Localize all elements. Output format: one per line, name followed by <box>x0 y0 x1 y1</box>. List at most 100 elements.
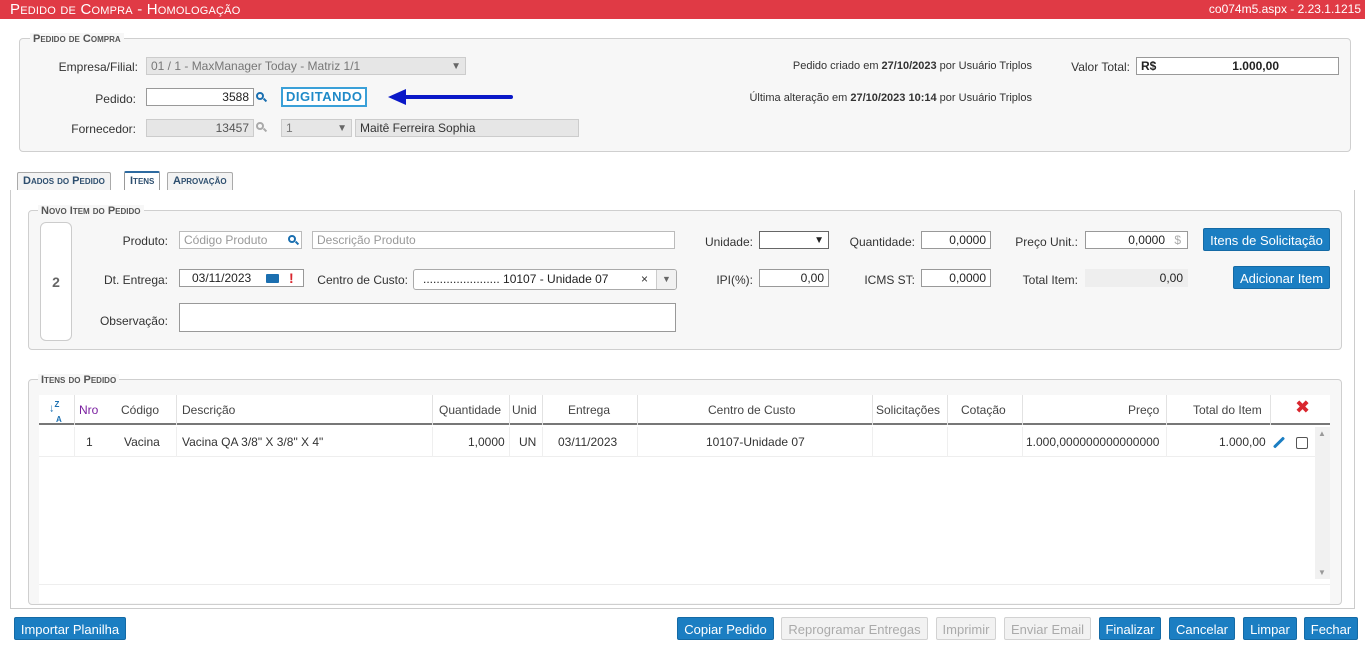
centro-custo-label: Centro de Custo: <box>317 273 408 287</box>
preco-unit-input[interactable]: 0,0000 $ <box>1085 231 1188 249</box>
itens-grid: ↓Z A Nro Código Descrição Quantidade Unid… <box>39 395 1330 603</box>
altered-info: Última alteração em 27/10/2023 10:14 por… <box>749 92 1032 104</box>
pedido-value: 3588 <box>222 90 249 104</box>
col-nro[interactable]: Nro <box>79 395 98 425</box>
novo-item-legend: Novo Item do Pedido <box>38 205 144 217</box>
created-date: 27/10/2023 <box>881 60 937 72</box>
search-icon <box>256 122 268 133</box>
fechar-button[interactable]: Fechar <box>1304 617 1358 640</box>
grid-scrollbar[interactable]: ▲ ▼ <box>1315 427 1330 579</box>
cell-total-item: 1.000,00 <box>1219 435 1266 449</box>
produto-description-placeholder: Descrição Produto <box>317 233 416 247</box>
importar-planilha-button[interactable]: Importar Planilha <box>14 617 126 640</box>
col-descricao[interactable]: Descrição <box>182 395 235 425</box>
adicionar-item-button[interactable]: Adicionar Item <box>1233 266 1330 289</box>
col-total-item[interactable]: Total do Item <box>1193 395 1262 425</box>
col-quantidade[interactable]: Quantidade <box>439 395 501 425</box>
itens-legend: Itens do Pedido <box>38 374 120 386</box>
currency-icon: $ <box>1174 233 1181 247</box>
centro-custo-value: ....................... 10107 - Unidade … <box>423 272 609 286</box>
chevron-down-icon: ▼ <box>451 61 461 72</box>
scroll-down-icon[interactable]: ▼ <box>1318 568 1326 577</box>
scroll-up-icon[interactable]: ▲ <box>1318 429 1326 438</box>
observacao-textarea[interactable] <box>179 303 676 332</box>
cell-codigo: Vacina <box>124 435 160 449</box>
tab-dados-do-pedido[interactable]: Dados do Pedido <box>17 172 111 191</box>
unidade-select[interactable]: ▼ <box>759 231 829 249</box>
reprogramar-entregas-button[interactable]: Reprogramar Entregas <box>781 617 928 640</box>
cell-entrega: 03/11/2023 <box>558 435 618 449</box>
cell-centro-custo: 10107-Unidade 07 <box>706 435 805 449</box>
clear-icon[interactable]: × <box>641 270 648 289</box>
ipi-value: 0,00 <box>800 271 824 285</box>
col-preco[interactable]: Preço <box>1128 395 1159 425</box>
dt-entrega-label: Dt. Entrega: <box>103 273 168 287</box>
cancelar-button[interactable]: Cancelar <box>1169 617 1235 640</box>
col-solicitacoes[interactable]: Solicitações <box>876 395 940 425</box>
altered-prefix: Última alteração em <box>749 92 848 104</box>
valor-total-value: 1.000,00 <box>1232 59 1279 73</box>
search-icon[interactable] <box>256 92 268 103</box>
truck-icon[interactable] <box>266 274 279 283</box>
fornecedor-name: Maitê Ferreira Sophia <box>360 121 476 135</box>
limpar-button[interactable]: Limpar <box>1243 617 1297 640</box>
ipi-input[interactable]: 0,00 <box>759 269 829 287</box>
col-entrega[interactable]: Entrega <box>568 395 610 425</box>
quantidade-label: Quantidade: <box>849 235 915 249</box>
empresa-value: 01 / 1 - MaxManager Today - Matriz 1/1 <box>151 59 361 73</box>
dt-entrega-input[interactable]: 03/11/2023 <box>179 269 304 287</box>
search-icon[interactable] <box>288 235 300 246</box>
produto-code-input[interactable]: Código Produto <box>179 231 302 249</box>
dt-entrega-value: 03/11/2023 <box>192 271 252 285</box>
icms-st-label: ICMS ST: <box>864 273 915 287</box>
valor-currency: R$ <box>1141 59 1157 73</box>
col-codigo[interactable]: Código <box>121 395 159 425</box>
version-label: co074m5.aspx - 2.23.1.1215 <box>1208 2 1361 16</box>
centro-custo-select[interactable]: ....................... 10107 - Unidade … <box>413 269 677 290</box>
col-cotacao[interactable]: Cotação <box>961 395 1006 425</box>
icms-st-input[interactable]: 0,0000 <box>921 269 991 287</box>
fornecedor-code: 13457 <box>215 121 249 135</box>
copiar-pedido-button[interactable]: Copiar Pedido <box>677 617 774 640</box>
fornecedor-seq-select[interactable]: 1 ▼ <box>281 119 352 137</box>
enviar-email-button[interactable]: Enviar Email <box>1004 617 1091 640</box>
status-badge: DIGITANDO <box>281 87 368 107</box>
ipi-label: IPI(%): <box>716 273 753 287</box>
unidade-label: Unidade: <box>704 235 753 249</box>
delete-icon[interactable]: ✖ <box>1295 397 1310 418</box>
sort-icon[interactable]: ↓Z A <box>49 400 62 425</box>
empresa-label: Empresa/Filial: <box>58 60 138 74</box>
col-unid[interactable]: Unid <box>512 395 537 425</box>
produto-label: Produto: <box>122 234 168 248</box>
valor-total-label: Valor Total: <box>1071 60 1130 74</box>
row-checkbox[interactable] <box>1296 437 1308 449</box>
tab-itens[interactable]: Itens <box>124 171 161 191</box>
produto-description-input[interactable]: Descrição Produto <box>312 231 675 249</box>
cell-nro: 1 <box>86 435 93 449</box>
item-sequence: 2 <box>40 222 72 341</box>
quantidade-input[interactable]: 0,0000 <box>921 231 991 249</box>
preco-unit-value: 0,0000 <box>1128 233 1165 247</box>
warning-icon: ! <box>289 270 294 286</box>
fornecedor-seq: 1 <box>286 121 293 135</box>
finalizar-button[interactable]: Finalizar <box>1099 617 1161 640</box>
created-suffix: por Usuário Triplos <box>939 60 1032 72</box>
empresa-select[interactable]: 01 / 1 - MaxManager Today - Matriz 1/1 ▼ <box>146 57 466 75</box>
quantidade-value: 0,0000 <box>949 233 986 247</box>
col-centro-custo[interactable]: Centro de Custo <box>708 395 795 425</box>
cell-descricao: Vacina QA 3/8" X 3/8" X 4" <box>182 435 324 449</box>
table-row[interactable]: 1 Vacina Vacina QA 3/8" X 3/8" X 4" 1,00… <box>39 427 1315 457</box>
chevron-down-icon[interactable]: ▼ <box>656 270 676 289</box>
itens-de-solicitacao-button[interactable]: Itens de Solicitação <box>1203 228 1330 251</box>
edit-icon[interactable] <box>1272 436 1286 449</box>
cell-quantidade: 1,0000 <box>468 435 505 449</box>
imprimir-button[interactable]: Imprimir <box>936 617 996 640</box>
pedido-legend: Pedido de Compra <box>30 33 124 45</box>
tab-aprovacao[interactable]: Aprovação <box>167 172 233 191</box>
created-prefix: Pedido criado em <box>792 60 879 72</box>
pedido-input[interactable]: 3588 <box>146 88 254 106</box>
arrow-annotation <box>388 89 513 105</box>
total-item-label: Total Item: <box>1022 273 1078 287</box>
fornecedor-code-input[interactable]: 13457 <box>146 119 254 137</box>
title-bar: Pedido de Compra - Homologação co074m5.a… <box>0 0 1365 19</box>
